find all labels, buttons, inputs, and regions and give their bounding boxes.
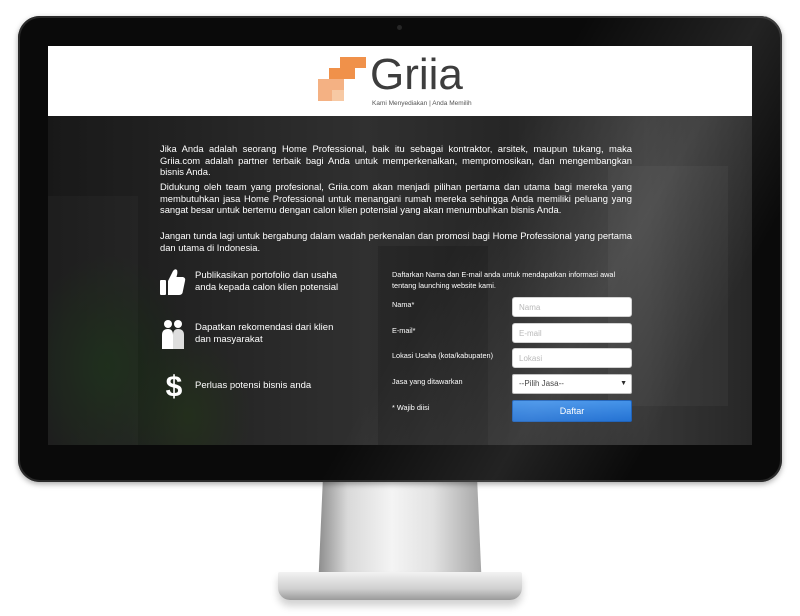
- name-label: Nama*: [392, 300, 415, 309]
- feature-text: Dapatkan rekomendasi dari klien dan masy…: [195, 322, 334, 345]
- thumbs-up-icon: [160, 269, 186, 295]
- intro-paragraph: Jika Anda adalah seorang Home Profession…: [160, 143, 632, 178]
- service-label: Jasa yang ditawarkan: [392, 377, 463, 386]
- feature-text: Publikasikan portofolio dan usaha anda k…: [195, 270, 339, 293]
- feature-text: Perluas potensi bisnis anda: [195, 380, 312, 391]
- service-select[interactable]: --Pilih Jasa-- ▼: [512, 374, 632, 394]
- register-button[interactable]: Daftar: [512, 400, 632, 422]
- site-header: Griia Kami Menyediakan | Anda Memilih: [48, 46, 752, 116]
- intro-paragraph: Didukung oleh team yang profesional, Gri…: [160, 181, 632, 216]
- intro-paragraph: Jangan tunda lagi untuk bergabung dalam …: [160, 230, 632, 253]
- people-icon: [162, 320, 184, 349]
- email-input[interactable]: [512, 323, 632, 343]
- form-intro-text: Daftarkan Nama dan E-mail anda untuk men…: [392, 270, 616, 290]
- required-note: * Wajib diisi: [392, 403, 430, 412]
- service-selected-value: --Pilih Jasa--: [519, 379, 564, 388]
- website-screen: Griia Kami Menyediakan | Anda Memilih Ji…: [48, 46, 752, 445]
- svg-text:$: $: [166, 370, 183, 400]
- griia-logo-icon: [318, 57, 366, 101]
- name-input[interactable]: [512, 297, 632, 317]
- logo-tagline: Kami Menyediakan | Anda Memilih: [372, 100, 472, 107]
- location-label: Lokasi Usaha (kota/kabupaten): [392, 351, 494, 360]
- dropdown-arrow-icon: ▼: [620, 380, 627, 387]
- dollar-icon: $: [166, 370, 183, 400]
- monitor-base: [278, 572, 522, 600]
- email-label: E-mail*: [392, 326, 416, 335]
- location-input[interactable]: [512, 348, 632, 368]
- logo-wordmark[interactable]: Griia: [370, 50, 463, 100]
- webcam: [397, 25, 402, 30]
